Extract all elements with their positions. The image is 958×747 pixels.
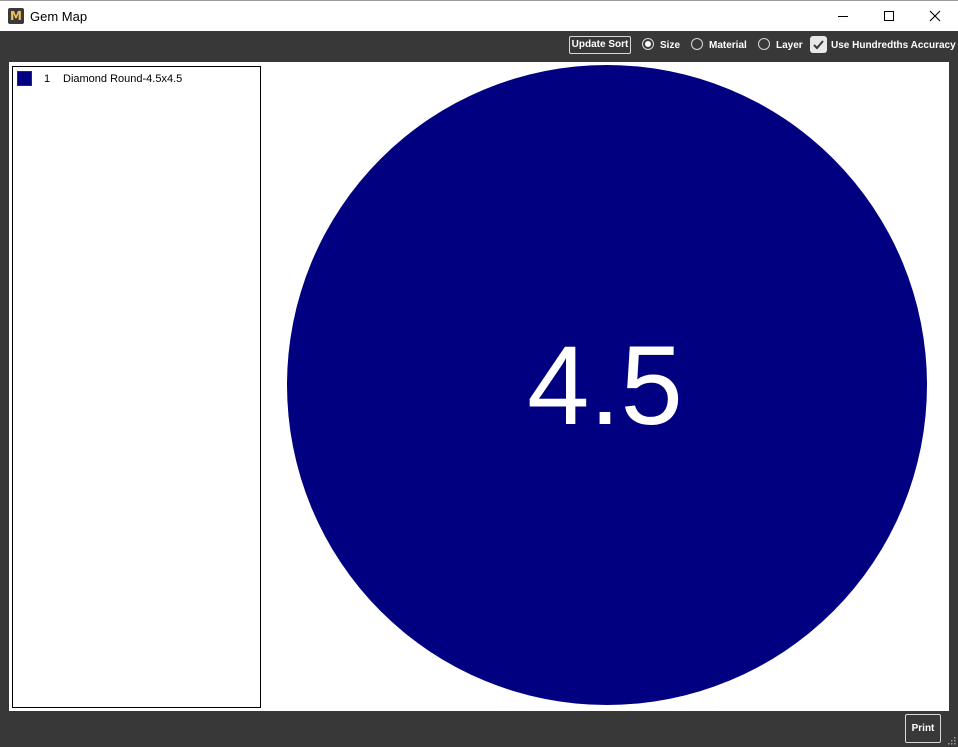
sort-material-label[interactable]: Material xyxy=(709,40,747,51)
sort-layer-radio[interactable] xyxy=(758,38,770,50)
app-logo-icon: M xyxy=(8,8,24,24)
title-bar: M Gem Map xyxy=(0,0,958,31)
window-title: Gem Map xyxy=(30,9,88,24)
minimize-button[interactable] xyxy=(820,1,866,31)
toolbar: Update Sort Size Material Layer Use Hund… xyxy=(0,31,958,61)
print-button[interactable]: Print xyxy=(905,714,941,743)
resize-grip-icon[interactable] xyxy=(946,735,956,745)
sort-size-label[interactable]: Size xyxy=(660,40,680,51)
update-sort-button[interactable]: Update Sort xyxy=(569,36,631,54)
minimize-icon xyxy=(838,16,848,17)
gem-map-canvas: 4.5 xyxy=(287,65,927,705)
close-button[interactable] xyxy=(912,1,958,31)
hundredths-accuracy-checkbox[interactable] xyxy=(810,36,827,53)
maximize-button[interactable] xyxy=(866,1,912,31)
close-icon xyxy=(929,10,941,22)
gem-map-panel: 1 Diamond Round-4.5x4.5 4.5 xyxy=(9,62,949,711)
hundredths-accuracy-label[interactable]: Use Hundredths Accuracy xyxy=(831,40,956,51)
sort-size-radio[interactable] xyxy=(642,38,654,50)
maximize-icon xyxy=(884,11,894,21)
gem-size-label: 4.5 xyxy=(527,323,683,448)
sort-material-radio[interactable] xyxy=(691,38,703,50)
sort-layer-label[interactable]: Layer xyxy=(776,40,803,51)
checkmark-icon xyxy=(813,40,824,50)
